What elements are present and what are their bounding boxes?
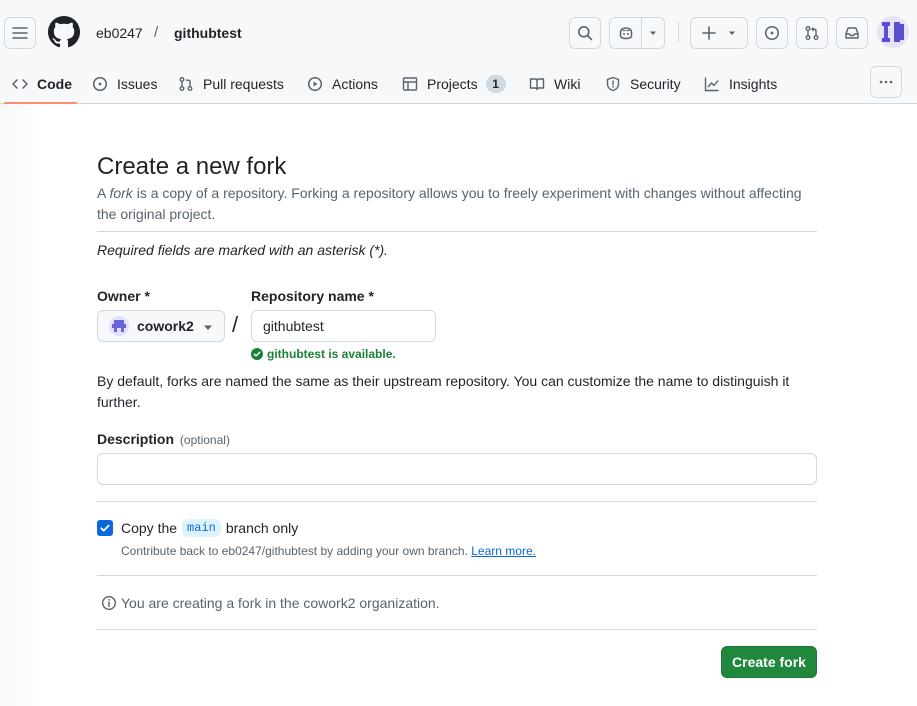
check-icon (100, 524, 110, 532)
subtitle-text: is a copy of a repository. Forking a rep… (97, 185, 802, 222)
description-label-text: Description (97, 431, 175, 447)
github-logo-icon[interactable] (48, 16, 80, 48)
shield-icon (606, 76, 620, 92)
page-gutter (0, 104, 44, 706)
availability-text: githubtest is available. (267, 347, 396, 361)
owner-avatar (109, 316, 129, 336)
git-pull-request-icon (179, 77, 193, 91)
tab-actions[interactable]: Actions (307, 64, 378, 104)
git-pull-request-icon (805, 26, 819, 40)
user-avatar[interactable] (877, 16, 909, 48)
issues-button[interactable] (756, 17, 788, 49)
tab-pull-requests[interactable]: Pull requests (178, 64, 284, 104)
divider (97, 629, 817, 630)
page-title: Create a new fork (97, 153, 287, 180)
page-subtitle: A fork is a copy of a repository. Forkin… (97, 183, 817, 225)
issue-opened-icon (764, 25, 780, 41)
required-fields-note: Required fields are marked with an aster… (97, 242, 389, 258)
subtitle-emphasis: fork (109, 185, 133, 201)
hamburger-icon (12, 27, 28, 39)
tab-projects[interactable]: Projects 1 (402, 64, 506, 104)
more-tabs-button[interactable] (870, 66, 902, 98)
triangle-down-icon (729, 31, 735, 35)
default-name-note: By default, forks are named the same as … (97, 373, 790, 410)
triangle-down-icon (204, 325, 212, 330)
tab-label: Projects (427, 76, 478, 92)
organization-info-text: You are creating a fork in the cowork2 o… (121, 595, 440, 611)
projects-counter: 1 (485, 75, 506, 93)
description-input[interactable] (97, 453, 817, 485)
breadcrumb-owner[interactable]: eb0247 (96, 24, 143, 42)
search-button[interactable] (569, 17, 601, 49)
breadcrumb-separator: / (154, 24, 159, 41)
copy-label-text: Copy the (121, 520, 178, 536)
breadcrumb-repo[interactable]: githubtest (174, 24, 242, 42)
tab-insights[interactable]: Insights (704, 64, 777, 104)
code-icon (12, 79, 28, 89)
pull-requests-button[interactable] (796, 17, 828, 49)
repository-name-input[interactable] (251, 310, 436, 342)
tab-wiki[interactable]: Wiki (529, 64, 580, 104)
organization-info: You are creating a fork in the cowork2 o… (101, 595, 440, 611)
info-icon (101, 595, 117, 611)
graph-icon (704, 77, 719, 92)
create-new-button[interactable] (690, 17, 748, 49)
copy-hint-text: Contribute back to eb0247/githubtest by … (121, 544, 468, 558)
branch-name-chip: main (182, 519, 221, 537)
tab-label: Pull requests (203, 76, 284, 92)
search-icon (578, 26, 593, 41)
plus-icon (702, 26, 716, 40)
issue-opened-icon (92, 76, 108, 92)
tab-label: Wiki (554, 76, 581, 92)
tab-security[interactable]: Security (605, 64, 681, 104)
triangle-down-icon (650, 31, 656, 35)
repo-tabs: Code Issues Pull requests Actions Projec… (0, 64, 917, 104)
repository-name-label: Repository name * (251, 288, 374, 304)
table-icon (402, 77, 418, 91)
description-label: Description (optional) (97, 431, 230, 447)
copy-main-branch-checkbox[interactable] (97, 520, 113, 536)
inbox-icon (845, 27, 859, 39)
subtitle-text: A (97, 185, 110, 201)
create-fork-button[interactable]: Create fork (721, 646, 817, 678)
divider (97, 501, 817, 502)
learn-more-link[interactable]: Learn more. (471, 544, 536, 558)
app-header: eb0247 / githubtest Code Issues Pull req… (0, 0, 917, 104)
book-icon (529, 78, 545, 91)
divider (97, 575, 817, 576)
check-circle-fill-icon (251, 348, 263, 360)
menu-button[interactable] (4, 17, 36, 49)
copilot-icon (619, 27, 632, 40)
play-icon (307, 76, 323, 92)
tab-label: Actions (332, 76, 378, 92)
divider (97, 231, 817, 232)
copilot-button[interactable] (609, 17, 665, 49)
optional-hint: (optional) (179, 433, 230, 447)
global-nav: eb0247 / githubtest (0, 0, 917, 64)
owner-repo-separator: / (232, 312, 239, 337)
tab-label: Issues (117, 76, 158, 92)
tab-label: Security (630, 76, 681, 92)
tab-issues[interactable]: Issues (92, 64, 157, 104)
tab-label: Code (37, 76, 72, 92)
owner-select[interactable]: cowork2 (97, 310, 225, 342)
availability-message: githubtest is available. (251, 347, 396, 361)
tab-code[interactable]: Code (12, 64, 72, 104)
copy-label-text: branch only (225, 520, 299, 536)
inbox-button[interactable] (836, 17, 868, 49)
copy-branch-hint: Contribute back to eb0247/githubtest by … (121, 544, 536, 558)
owner-value: cowork2 (137, 318, 194, 334)
owner-label: Owner * (97, 288, 150, 304)
tab-label: Insights (729, 76, 778, 92)
kebab-horizontal-icon (879, 80, 893, 84)
copy-branch-label[interactable]: Copy the main branch only (121, 519, 298, 537)
header-divider (678, 22, 679, 42)
